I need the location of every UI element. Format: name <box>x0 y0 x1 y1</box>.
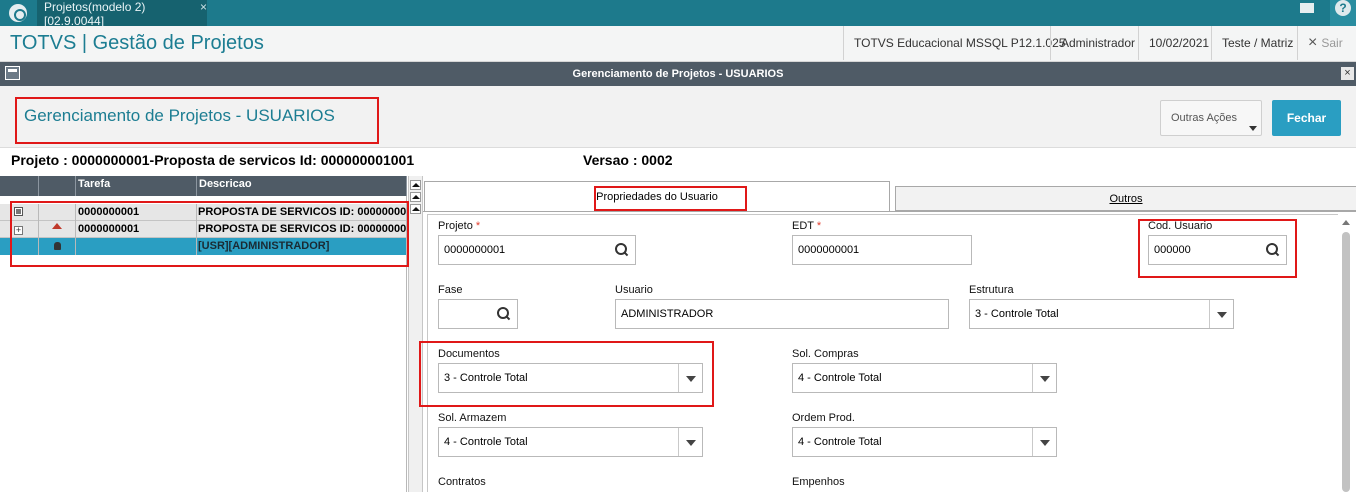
usuario-value: ADMINISTRADOR <box>621 308 714 320</box>
sol-armazem-select[interactable]: 4 - Controle Total <box>438 427 703 457</box>
project-label: Projeto : 0000000001-Proposta de servico… <box>11 152 415 168</box>
sol-armazem-value: 4 - Controle Total <box>444 436 528 448</box>
usuario-label: Usuario <box>615 284 653 296</box>
window-icon <box>5 66 20 80</box>
grid-header-col-status <box>39 176 76 196</box>
scroll-up-small-icon[interactable] <box>410 204 421 214</box>
close-button[interactable]: Fechar <box>1272 100 1341 136</box>
form-scrollbar[interactable] <box>1338 214 1354 492</box>
estrutura-value: 3 - Controle Total <box>975 308 1059 320</box>
window-title: Gerenciamento de Projetos - USUARIOS <box>0 62 1356 86</box>
search-icon[interactable] <box>615 243 628 256</box>
environment-label: TOTVS Educacional MSSQL P12.1.025 <box>843 26 1075 60</box>
edt-label: EDT * <box>792 220 822 232</box>
edt-field[interactable]: 0000000001 <box>792 235 972 265</box>
projeto-field[interactable]: 0000000001 <box>438 235 636 265</box>
annotation-highlight <box>594 186 747 211</box>
chevron-down-icon[interactable] <box>1032 428 1056 456</box>
other-actions-button[interactable]: Outras Ações <box>1160 100 1262 136</box>
sol-armazem-label: Sol. Armazem <box>438 412 507 424</box>
totvs-logo-icon[interactable] <box>9 4 27 22</box>
estrutura-select[interactable]: 3 - Controle Total <box>969 299 1234 329</box>
user-label: Administrador <box>1050 26 1145 60</box>
tab-outros[interactable]: Outros <box>895 186 1356 211</box>
help-icon: ? <box>1335 0 1351 16</box>
edt-value: 0000000001 <box>798 244 860 256</box>
annotation-highlight <box>1138 219 1297 278</box>
contratos-label: Contratos <box>438 476 486 488</box>
splitter-scrollbar[interactable] <box>408 176 422 492</box>
scroll-thumb[interactable] <box>1342 232 1350 492</box>
estrutura-label: Estrutura <box>969 284 1014 296</box>
app-title: TOTVS | Gestão de Projetos <box>10 32 264 54</box>
tab-divider <box>423 211 1356 212</box>
ordem-prod-label: Ordem Prod. <box>792 412 855 424</box>
sol-compras-select[interactable]: 4 - Controle Total <box>792 363 1057 393</box>
grid-header-col-icon <box>0 176 39 196</box>
chevron-down-icon[interactable] <box>1209 300 1233 328</box>
chevron-down-icon <box>1249 126 1257 131</box>
scroll-up-icon[interactable] <box>1342 220 1350 225</box>
mail-icon[interactable] <box>1290 0 1324 26</box>
usuario-field[interactable]: ADMINISTRADOR <box>615 299 949 329</box>
tab-projetos[interactable]: Projetos(modelo 2) [02.9.0044] × <box>37 0 207 28</box>
tab-close-icon[interactable]: × <box>200 0 207 14</box>
project-info: Projeto : 0000000001-Proposta de servico… <box>0 150 1356 176</box>
ordem-prod-value: 4 - Controle Total <box>798 436 882 448</box>
other-actions-label: Outras Ações <box>1171 112 1238 124</box>
grid-header-tarefa[interactable]: Tarefa <box>76 176 197 196</box>
ordem-prod-select[interactable]: 4 - Controle Total <box>792 427 1057 457</box>
scroll-up-icon[interactable] <box>410 192 421 202</box>
grid-header: Tarefa Descricao <box>0 176 407 196</box>
sol-compras-label: Sol. Compras <box>792 348 859 360</box>
annotation-highlight <box>10 201 409 267</box>
empenhos-label: Empenhos <box>792 476 845 488</box>
date-label: 10/02/2021 <box>1138 26 1219 60</box>
help-button[interactable]: ? <box>1330 0 1356 26</box>
annotation-highlight <box>15 97 379 144</box>
chevron-down-icon[interactable] <box>1032 364 1056 392</box>
tab-label: Projetos(modelo 2) [02.9.0044] <box>44 0 146 28</box>
chevron-down-icon[interactable] <box>678 428 702 456</box>
grid-header-descricao[interactable]: Descricao <box>197 176 407 196</box>
window-close-button[interactable]: × <box>1341 67 1354 80</box>
exit-button[interactable]: × Sair <box>1297 26 1356 60</box>
branch-label: Teste / Matriz <box>1211 26 1303 60</box>
search-icon[interactable] <box>497 307 510 320</box>
projeto-value: 0000000001 <box>444 244 506 256</box>
title-bar: TOTVS | Gestão de Projetos TOTVS Educaci… <box>0 26 1356 62</box>
sol-compras-value: 4 - Controle Total <box>798 372 882 384</box>
fase-field[interactable] <box>438 299 518 329</box>
scroll-top-icon[interactable] <box>410 180 421 190</box>
top-app-bar: Projetos(modelo 2) [02.9.0044] × ? <box>0 0 1356 28</box>
version-label: Versao : 0002 <box>583 152 673 168</box>
annotation-highlight <box>419 341 714 407</box>
close-icon: × <box>1308 34 1318 51</box>
fase-label: Fase <box>438 284 463 296</box>
exit-label: Sair <box>1321 36 1343 50</box>
projeto-label: Projeto * <box>438 220 481 232</box>
